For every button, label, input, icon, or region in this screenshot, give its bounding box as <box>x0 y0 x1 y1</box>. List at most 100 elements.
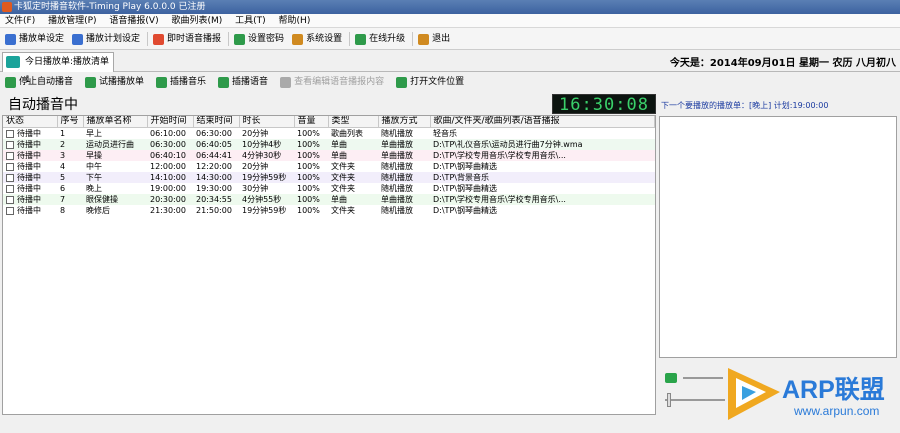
tb1-button-5[interactable]: 在线升级 <box>352 32 408 46</box>
tb1-button-3[interactable]: 设置密码 <box>231 32 287 46</box>
cell-vol: 100% <box>297 151 320 160</box>
cell-start: 14:10:00 <box>150 173 186 182</box>
cell-no: 4 <box>60 162 66 171</box>
cell-end: 06:30:00 <box>196 129 232 138</box>
column-header[interactable]: 时长 <box>239 116 295 128</box>
tb2-button-1[interactable]: 试播播放单 <box>82 75 147 89</box>
cell-type: 文件夹 <box>331 184 355 193</box>
music-icon <box>156 77 168 88</box>
status-checkbox-icon[interactable] <box>6 163 14 171</box>
progress-slider[interactable] <box>665 399 725 401</box>
cell-name: 下午 <box>86 173 102 182</box>
title-bar: 卡狐定时播音软件-Timing Play 6.0.0.0 已注册 <box>0 0 900 14</box>
menu-songlist[interactable]: 歌曲列表(M) <box>166 14 227 28</box>
table-row[interactable]: 待播中 7 眼保健操 20:30:00 20:34:55 4分钟55秒 100% 单曲 单曲播放… <box>3 194 655 205</box>
cell-name: 晚上 <box>86 184 102 193</box>
cell-dur: 4分钟55秒 <box>242 195 282 204</box>
progress-thumb[interactable] <box>667 393 671 407</box>
column-header[interactable]: 歌曲/文件夹/歌曲列表/语音播报 <box>430 116 655 128</box>
tab-today-playlist[interactable]: 今日播放单:播放清单1 <box>2 52 114 85</box>
menu-voice[interactable]: 语音播报(V) <box>104 14 163 28</box>
menu-help[interactable]: 帮助(H) <box>274 14 316 28</box>
table-row[interactable]: 待播中 8 晚修后 21:30:00 21:50:00 19分钟59秒 100% 文件夹 随机播… <box>3 205 655 216</box>
button-label: 试播播放单 <box>99 77 145 87</box>
auto-status-label: 自动播音中 <box>8 97 78 113</box>
cell-start: 19:00:00 <box>150 184 186 193</box>
broadcast-icon <box>153 34 165 45</box>
schedule-table: 状态 序号 播放单名称 开始时间 结束时间 时长 音量 类型 播放方式 歌曲/文件夹/歌曲列表/语… <box>2 115 656 415</box>
cell-no: 5 <box>60 173 66 182</box>
status-checkbox-icon[interactable] <box>6 152 14 160</box>
tb2-button-2[interactable]: 插播音乐 <box>153 75 209 89</box>
cell-no: 2 <box>60 140 66 149</box>
status-text: 待播中 <box>17 162 41 171</box>
cell-type: 文件夹 <box>331 206 355 215</box>
tb2-button-4[interactable]: 查看编辑语音播报内容 <box>277 75 387 89</box>
status-checkbox-icon[interactable] <box>6 207 14 215</box>
cell-no: 8 <box>60 206 66 215</box>
settings-icon <box>292 34 304 45</box>
cell-end: 06:44:41 <box>196 151 232 160</box>
table-row[interactable]: 待播中 4 中午 12:00:00 12:20:00 20分钟 100% 文件夹 随机播放 D:\… <box>3 161 655 172</box>
menu-tools[interactable]: 工具(T) <box>230 14 271 28</box>
tb1-button-6[interactable]: 退出 <box>415 32 453 46</box>
watermark-brand: ARP联盟 <box>782 376 885 404</box>
cell-no: 6 <box>60 184 66 193</box>
button-label: 播放单设定 <box>19 34 65 44</box>
cell-status: 待播中 <box>3 128 57 140</box>
cell-status: 待播中 <box>3 139 57 150</box>
column-header[interactable]: 开始时间 <box>147 116 194 128</box>
table-row[interactable]: 待播中 5 下午 14:10:00 14:30:00 19分钟59秒 100% 文件夹 随机播放… <box>3 172 655 183</box>
column-header[interactable]: 状态 <box>3 116 58 128</box>
tb1-button-1[interactable]: 播放计划设定 <box>69 32 143 46</box>
button-label: 停止自动播音 <box>19 77 74 87</box>
cell-dur: 10分钟4秒 <box>242 140 282 149</box>
cell-mode: 单曲播放 <box>381 140 413 149</box>
status-checkbox-icon[interactable] <box>6 141 14 149</box>
digital-clock: 16:30:08 <box>552 94 656 115</box>
column-header[interactable]: 音量 <box>294 116 329 128</box>
tb2-button-0[interactable]: 停止自动播音 <box>2 75 76 89</box>
volume-icon[interactable] <box>665 373 677 383</box>
cell-start: 06:30:00 <box>150 140 186 149</box>
tb1-button-0[interactable]: 播放单设定 <box>2 32 67 46</box>
cell-name: 运动员进行曲 <box>86 140 134 149</box>
cell-no: 3 <box>60 151 66 160</box>
menu-playback[interactable]: 播放管理(P) <box>43 14 101 28</box>
table-row[interactable]: 待播中 3 早操 06:40:10 06:44:41 4分钟30秒 100% 单曲 单曲播放 D:… <box>3 150 655 161</box>
cell-type: 单曲 <box>331 140 347 149</box>
cell-file: 轻音乐 <box>433 129 457 138</box>
cell-start: 06:10:00 <box>150 129 186 138</box>
cell-no: 1 <box>60 129 66 138</box>
next-playlist-box <box>659 116 897 358</box>
cell-name: 晚修后 <box>86 206 110 215</box>
menu-file[interactable]: 文件(F) <box>0 14 40 28</box>
cell-end: 21:50:00 <box>196 206 232 215</box>
column-header[interactable]: 类型 <box>328 116 379 128</box>
status-checkbox-icon[interactable] <box>6 130 14 138</box>
tb1-button-4[interactable]: 系统设置 <box>289 32 345 46</box>
status-checkbox-icon[interactable] <box>6 185 14 193</box>
table-row[interactable]: 待播中 6 晚上 19:00:00 19:30:00 30分钟 100% 文件夹 随机播放 D:\… <box>3 183 655 194</box>
main-toolbar: 播放单设定 播放计划设定 即时语音播报 设置密码 系统设置 在线升级 退出 <box>0 28 900 50</box>
cell-vol: 100% <box>297 184 320 193</box>
cell-file: D:\TP\学校专用音乐\学校专用音乐\... <box>433 195 566 204</box>
column-header[interactable]: 结束时间 <box>193 116 240 128</box>
toolbar-separator <box>412 32 414 46</box>
tb1-button-2[interactable]: 即时语音播报 <box>150 32 224 46</box>
tb2-button-3[interactable]: 插播语音 <box>215 75 271 89</box>
status-checkbox-icon[interactable] <box>6 174 14 182</box>
table-row[interactable]: 待播中 2 运动员进行曲 06:30:00 06:40:05 10分钟4秒 100% 单曲 单曲… <box>3 139 655 150</box>
column-header[interactable]: 播放方式 <box>378 116 431 128</box>
tb2-button-5[interactable]: 打开文件位置 <box>393 75 467 89</box>
column-header[interactable]: 序号 <box>57 116 84 128</box>
button-label: 打开文件位置 <box>410 77 465 87</box>
status-checkbox-icon[interactable] <box>6 196 14 204</box>
cell-no: 7 <box>60 195 66 204</box>
table-row[interactable]: 待播中 1 早上 06:10:00 06:30:00 20分钟 100% 歌曲列表 随机播放 轻音… <box>3 127 655 140</box>
cell-start: 12:00:00 <box>150 162 186 171</box>
cell-end: 14:30:00 <box>196 173 232 182</box>
column-header[interactable]: 播放单名称 <box>83 116 148 128</box>
volume-slider[interactable] <box>683 377 723 379</box>
stop-icon <box>5 77 16 88</box>
